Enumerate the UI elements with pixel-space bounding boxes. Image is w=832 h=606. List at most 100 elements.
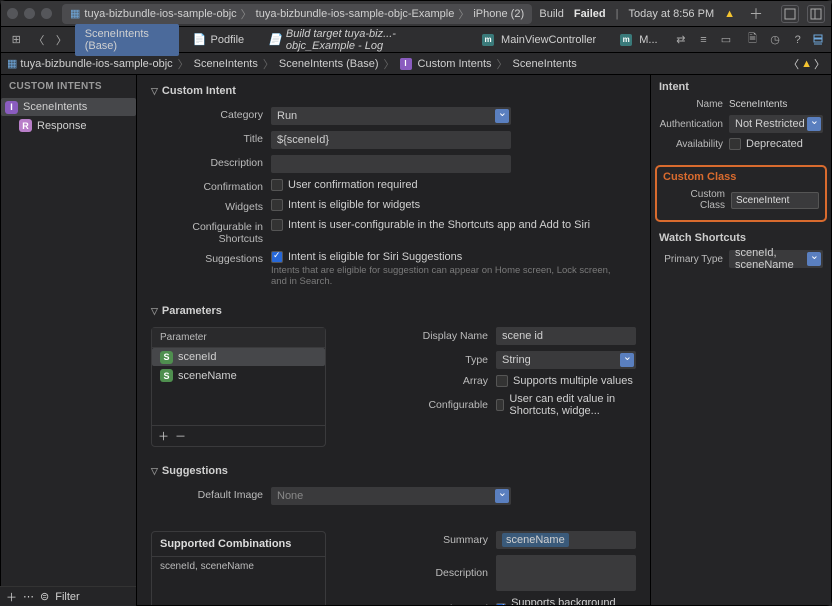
watch-shortcuts-heading: Watch Shortcuts	[659, 232, 823, 244]
build-result: Failed	[574, 8, 606, 20]
recent-files[interactable]: ⇄	[672, 29, 691, 51]
prev-item[interactable]: 〈	[788, 56, 799, 72]
bc-file[interactable]: SceneIntents (Base)	[279, 58, 379, 70]
bc-section[interactable]: Custom Intents	[418, 58, 492, 70]
inspector-panel: Intent NameSceneIntents AuthenticationNo…	[651, 75, 831, 605]
param-item-sceneid[interactable]: SsceneId	[152, 348, 325, 366]
authentication-select[interactable]: Not Restricted	[729, 115, 823, 133]
title-field[interactable]: ${sceneId}	[271, 131, 511, 149]
custom-class-field[interactable]	[731, 192, 819, 209]
string-badge-icon: S	[160, 369, 173, 382]
tab-sceneintents[interactable]: SceneIntents (Base)	[75, 24, 179, 56]
tab-build-log[interactable]: 📄Build target tuya-biz...-objc_Example -…	[258, 24, 468, 56]
supported-combinations-header: Supported Combinations	[152, 532, 325, 557]
suggestions-checkbox[interactable]: Intent is eligible for Siri Suggestions	[271, 251, 611, 263]
navigator-toggle[interactable]: ⊞	[7, 29, 26, 51]
configurable-checkbox[interactable]: Intent is user-configurable in the Short…	[271, 219, 611, 231]
summary-field[interactable]: sceneName	[496, 531, 636, 549]
file-icon: 📄	[193, 33, 207, 46]
add-intent-button[interactable]: ＋	[6, 589, 17, 605]
param-configurable-checkbox[interactable]: User can edit value in Shortcuts, widge.…	[496, 393, 636, 417]
warning-icon[interactable]: ▲	[724, 8, 735, 20]
build-label: Build	[539, 8, 563, 20]
chevron-right-icon: 〉	[241, 6, 252, 22]
insp-file[interactable]: 🗎	[743, 29, 762, 51]
traffic-lights[interactable]	[7, 8, 52, 19]
widgets-checkbox[interactable]: Intent is eligible for widgets	[271, 199, 511, 211]
shortcut-description-field[interactable]	[496, 555, 636, 591]
insp-attributes-highlighted[interactable]	[811, 34, 825, 46]
remove-param-button[interactable]: －	[175, 428, 186, 444]
run-device: iPhone (2)	[473, 8, 524, 20]
response-badge-icon: R	[19, 119, 32, 132]
string-badge-icon: S	[160, 351, 173, 364]
close-window[interactable]	[7, 8, 18, 19]
objc-m-icon: m	[620, 34, 632, 46]
inspector-intent-heading: Intent	[659, 81, 823, 93]
panels-button[interactable]	[807, 5, 825, 23]
parameters-list: Parameter SsceneId SsceneName ＋ －	[151, 327, 326, 447]
adjust-editor[interactable]: ▭	[717, 29, 736, 51]
next-item[interactable]: 〉	[814, 56, 825, 72]
primary-type-select[interactable]: sceneId, sceneName	[729, 250, 823, 268]
build-status: Build Failed | Today at 8:56 PM ▲	[539, 8, 735, 20]
nav-more-button[interactable]: ⋯	[23, 590, 34, 603]
add-param-button[interactable]: ＋	[158, 428, 169, 444]
category-select[interactable]: Run	[271, 107, 511, 125]
summary-token[interactable]: sceneName	[502, 533, 569, 547]
build-time: Today at 8:56 PM	[629, 8, 715, 20]
intent-editor: ▽Custom Intent CategoryRun Title${sceneI…	[137, 75, 651, 605]
jump-bar[interactable]: ▦ tuya-bizbundle-ios-sample-objc〉 SceneI…	[1, 53, 831, 75]
editor-tabs: ⊞ 〈 〉 SceneIntents (Base) 📄Podfile 📄Buil…	[1, 27, 831, 53]
tab-more[interactable]: mM...	[610, 30, 667, 50]
insp-help[interactable]: ?	[788, 29, 807, 51]
project-name: tuya-bizbundle-ios-sample-objc	[84, 8, 236, 20]
folder-icon: ▦	[70, 7, 80, 20]
disclosure-triangle-icon[interactable]: ▽	[151, 466, 158, 477]
display-name-field[interactable]: scene id	[496, 327, 636, 345]
param-list-header: Parameter	[152, 328, 325, 348]
background-checkbox[interactable]: Supports background execution	[496, 597, 636, 605]
param-item-scenename[interactable]: SsceneName	[152, 366, 325, 385]
minimize-window[interactable]	[24, 8, 35, 19]
library-button[interactable]	[781, 5, 799, 23]
combination-item[interactable]: sceneId, sceneName	[152, 557, 325, 576]
supported-combinations: Supported Combinations sceneId, sceneNam…	[151, 531, 326, 605]
intent-name-value[interactable]: SceneIntents	[729, 99, 823, 110]
nav-footer: ＋ ⋯ ⊜ Filter	[0, 586, 136, 606]
array-checkbox[interactable]: Supports multiple values	[496, 375, 636, 387]
filter-field[interactable]: Filter	[55, 591, 79, 603]
description-field[interactable]	[271, 155, 511, 173]
forward-button[interactable]: 〉	[52, 29, 71, 51]
disclosure-triangle-icon[interactable]: ▽	[151, 306, 158, 317]
section-suggestions[interactable]: ▽Suggestions	[151, 465, 636, 477]
nav-item-response[interactable]: R Response	[1, 116, 136, 135]
insp-history[interactable]: ◷	[766, 29, 785, 51]
intent-badge-icon: I	[5, 101, 18, 114]
section-custom-intent[interactable]: ▽Custom Intent	[151, 85, 636, 97]
zoom-window[interactable]	[41, 8, 52, 19]
suggestions-hint: Intents that are eligible for suggestion…	[271, 265, 611, 287]
scheme-target: tuya-bizbundle-ios-sample-objc-Example	[256, 8, 455, 20]
add-tab-button[interactable]: ＋	[749, 4, 763, 24]
project-chip[interactable]: ▦ tuya-bizbundle-ios-sample-objc 〉 tuya-…	[62, 4, 532, 24]
tab-podfile[interactable]: 📄Podfile	[183, 29, 254, 50]
confirmation-checkbox[interactable]: User confirmation required	[271, 179, 511, 191]
tab-mainviewcontroller[interactable]: mMainViewController	[472, 30, 606, 50]
disclosure-triangle-icon[interactable]: ▽	[151, 86, 158, 97]
deprecated-checkbox[interactable]: Deprecated	[729, 138, 823, 150]
back-button[interactable]: 〈	[30, 29, 49, 51]
warning-icon[interactable]: ▲	[801, 58, 812, 70]
intent-icon: I	[400, 58, 412, 70]
type-select[interactable]: String	[496, 351, 636, 369]
default-image-select[interactable]: None	[271, 487, 511, 505]
bc-folder[interactable]: SceneIntents	[194, 58, 258, 70]
objc-m-icon: m	[482, 34, 494, 46]
section-parameters[interactable]: ▽Parameters	[151, 305, 636, 317]
nav-item-sceneintents[interactable]: I SceneIntents	[1, 98, 136, 116]
bc-item[interactable]: SceneIntents	[513, 58, 577, 70]
editor-options[interactable]: ≡	[694, 29, 713, 51]
filter-icon: ⊜	[40, 590, 49, 603]
chevron-right-icon: 〉	[458, 6, 469, 22]
folder-icon: ▦	[7, 57, 17, 70]
